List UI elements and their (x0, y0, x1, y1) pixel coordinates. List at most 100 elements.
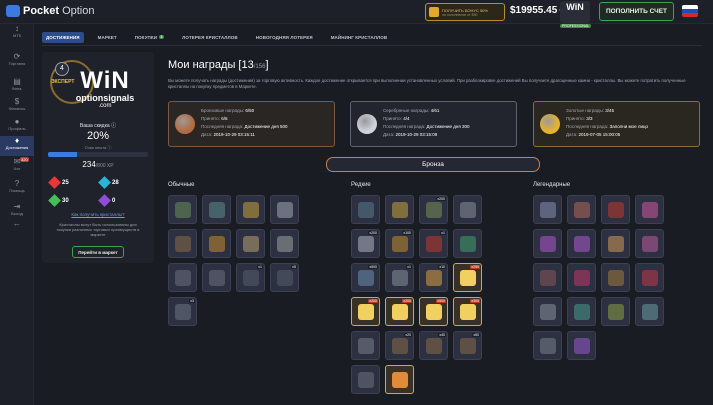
sidebar-item-logout[interactable]: ⇥ Выход (0, 202, 34, 220)
reward-tile-rare[interactable] (385, 365, 414, 394)
reward-tile-common[interactable] (202, 229, 231, 258)
reward-tile-rare[interactable]: x500 (419, 297, 448, 326)
sidebar-item-finance[interactable]: ▤ Фина. (0, 77, 34, 95)
reward-tile-rare[interactable] (351, 365, 380, 394)
reward-tile-legendary[interactable] (533, 263, 562, 292)
tab-market[interactable]: МАРКЕТ (94, 32, 121, 43)
reward-amount: x200 (368, 299, 378, 303)
reward-tile-rare[interactable]: x20 (385, 331, 414, 360)
reward-icon (608, 236, 624, 252)
reward-tile-common[interactable]: x1 (236, 263, 265, 292)
reward-tile-legendary[interactable] (601, 229, 630, 258)
sidebar-item-help[interactable]: ? Помощь (0, 179, 34, 197)
reward-amount: x1 (257, 265, 263, 269)
reward-tile-common[interactable] (168, 263, 197, 292)
sidebar-item-label: МТ5 (13, 33, 21, 38)
sidebar-item-trading[interactable]: ⟳ Торговля (0, 52, 34, 70)
card-row: Бронзовые награды: 6/50 (201, 107, 288, 115)
reward-tile-rare[interactable]: x300 (453, 297, 482, 326)
reward-tile-legendary[interactable] (635, 297, 664, 326)
reward-icon (574, 304, 590, 320)
reward-tile-rare[interactable] (453, 229, 482, 258)
reward-tile-legendary[interactable] (635, 195, 664, 224)
reward-tile-legendary[interactable] (533, 331, 562, 360)
reward-tile-rare[interactable]: x200 (419, 195, 448, 224)
how-to-get-crystals-link[interactable]: Как получить кристаллы? (42, 212, 154, 217)
reward-tile-rare[interactable] (351, 195, 380, 224)
sidebar-icon: ● (14, 117, 20, 126)
reward-tile-common[interactable] (168, 195, 197, 224)
reward-tile-common[interactable] (168, 229, 197, 258)
reward-tile-legendary[interactable] (567, 229, 596, 258)
reward-tile-rare[interactable]: x250 (453, 263, 482, 292)
avatar-logo: WiN optionsignals .com (60, 68, 150, 110)
reward-tile-rare[interactable] (453, 195, 482, 224)
tab-lottery[interactable]: ЛОТЕРЕЯ КРИСТАЛЛОВ (178, 32, 242, 43)
reward-tile-legendary[interactable] (601, 297, 630, 326)
reward-tile-legendary[interactable] (567, 263, 596, 292)
reward-tile-common[interactable] (236, 229, 265, 258)
xp-label-text: Очки опыта (84, 145, 107, 150)
reward-tile-common[interactable] (202, 263, 231, 292)
reward-tile-legendary[interactable] (533, 195, 562, 224)
tab-achievements[interactable]: ДОСТИЖЕНИЯ (42, 31, 84, 43)
reward-tile-common[interactable]: x5 (270, 263, 299, 292)
reward-tile-rare[interactable] (351, 331, 380, 360)
account-badge[interactable]: WiN PROFESSIONAL (560, 1, 592, 28)
page-title-text: Мои награды (168, 59, 236, 71)
tab-purchases[interactable]: ПОКУПКИ 3 (131, 32, 168, 43)
logo-bold: Pocket (23, 5, 60, 17)
reward-tile-rare[interactable] (385, 195, 414, 224)
logo[interactable]: Pocket Option (6, 5, 95, 17)
balance-dropdown[interactable]: $19955.45▾ (510, 5, 563, 16)
card-row-label: Последняя награда: (566, 124, 609, 129)
reward-tile-legendary[interactable] (635, 263, 664, 292)
reward-tile-rare[interactable]: x200 (385, 297, 414, 326)
language-flag-icon[interactable] (682, 5, 698, 17)
reward-tile-legendary[interactable] (567, 195, 596, 224)
reward-tile-rare[interactable]: x500 (351, 263, 380, 292)
level-selector[interactable]: Бронза (326, 157, 540, 172)
reward-tile-legendary[interactable] (567, 297, 596, 326)
tab-mining[interactable]: МАЙНИНГ КРИСТАЛЛОВ (327, 32, 392, 43)
reward-amount: x1 (406, 265, 412, 269)
reward-tile-legendary[interactable] (601, 195, 630, 224)
reward-tile-legendary[interactable] (601, 263, 630, 292)
go-to-market-button[interactable]: Перейти в маркет (72, 246, 124, 258)
reward-tile-rare[interactable]: x50 (453, 331, 482, 360)
reward-tile-legendary[interactable] (533, 297, 562, 326)
info-icon[interactable]: ⓘ (107, 145, 111, 150)
reward-tile-legendary[interactable] (533, 229, 562, 258)
info-icon[interactable]: ⓘ (111, 123, 116, 129)
reward-tile-rare[interactable]: x200 (351, 229, 380, 258)
reward-tile-rare[interactable]: x100 (385, 229, 414, 258)
reward-icon (392, 372, 408, 388)
reward-tile-rare[interactable]: x10 (419, 263, 448, 292)
reward-tile-rare[interactable]: x1 (385, 263, 414, 292)
reward-tile-legendary[interactable] (567, 331, 596, 360)
sidebar-item-chat[interactable]: ✉ Чат 320 (0, 157, 34, 175)
reward-tile-rare[interactable]: x40 (419, 331, 448, 360)
xp-value: 234/800 XP (42, 160, 154, 169)
reward-tile-common[interactable]: x3 (168, 297, 197, 326)
sidebar-item-mt5[interactable]: ↕ МТ5 (0, 24, 34, 42)
sidebar-icon: ? (14, 179, 20, 188)
reward-tile-rare[interactable]: x200 (351, 297, 380, 326)
sidebar-item-label: Выход (11, 211, 23, 216)
tab-newyear-lottery[interactable]: НОВОГОДНЯЯ ЛОТЕРЕЯ (252, 32, 317, 43)
sidebar-item-payments[interactable]: $ Финансы (0, 97, 34, 115)
reward-tile-rare[interactable]: x1 (419, 229, 448, 258)
reward-tile-legendary[interactable] (635, 229, 664, 258)
avatar-logo-big: WiN (80, 67, 130, 94)
sidebar-item-achievements[interactable]: ♦ Достижения (0, 136, 34, 156)
topup-button[interactable]: ПОПОЛНИТЬ СЧЕТ (599, 2, 674, 21)
reward-tile-common[interactable] (236, 195, 265, 224)
sidebar-item-profile[interactable]: ● Профиль (0, 117, 34, 135)
reward-tile-common[interactable] (270, 229, 299, 258)
bonus-button[interactable]: ПОЛУЧИТЬ БОНУС 50% на пополнение от $50 (425, 3, 505, 21)
reward-tile-common[interactable] (202, 195, 231, 224)
reward-tile-common[interactable] (270, 195, 299, 224)
column-header-legendary: Легендарные (533, 182, 571, 188)
sidebar-item-collapse[interactable]: ← (0, 219, 34, 237)
card-row-value: 6/50 (245, 108, 255, 113)
